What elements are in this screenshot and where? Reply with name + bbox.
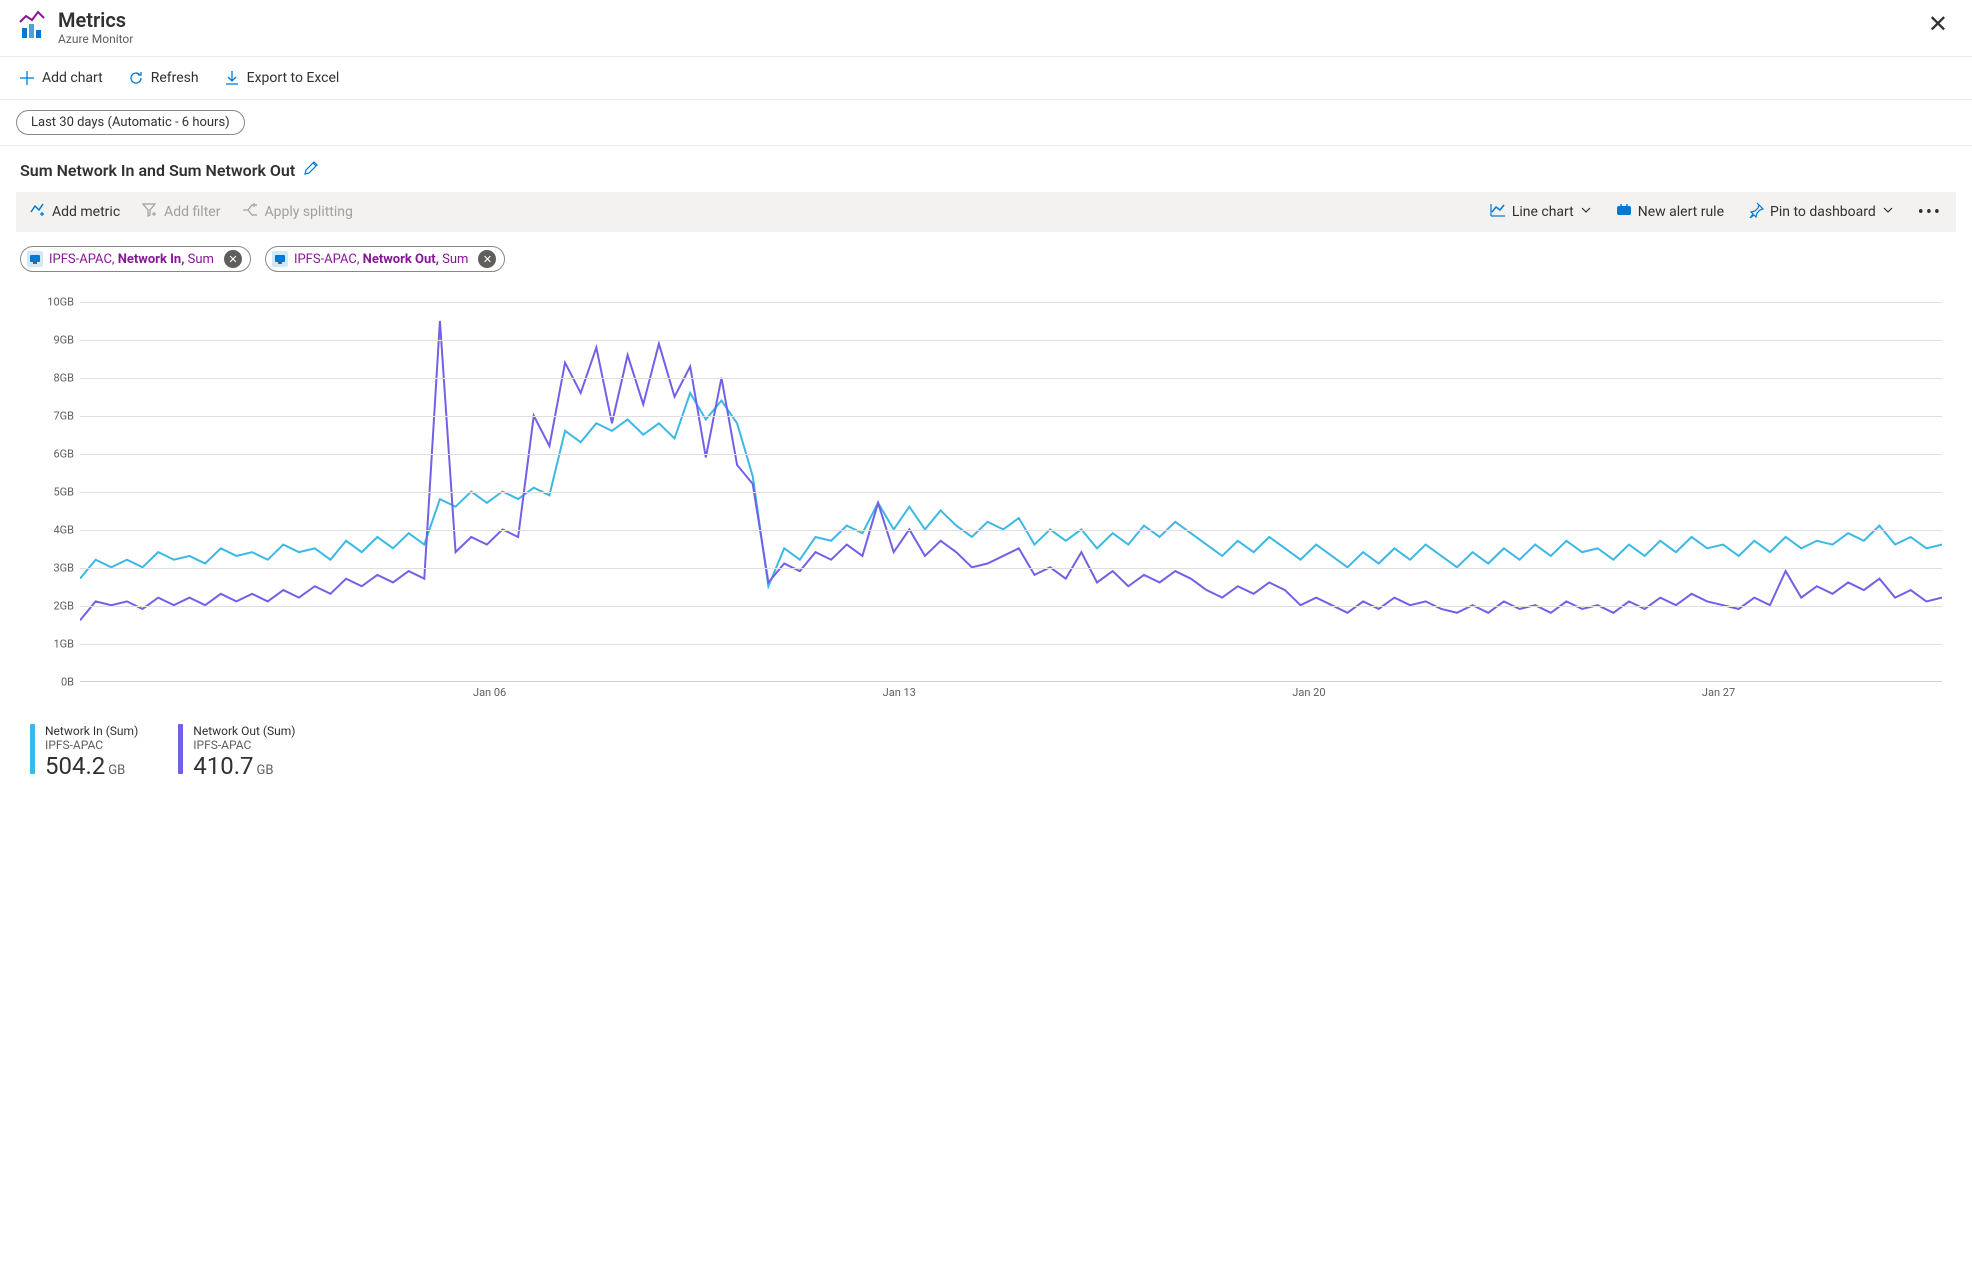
splitting-icon (242, 202, 258, 222)
pin-icon (1748, 202, 1764, 222)
legend-resource-name: IPFS-APAC (193, 738, 295, 752)
chart-title: Sum Network In and Sum Network Out (20, 161, 295, 180)
legend-value: 504.2 (45, 752, 105, 780)
grid-line (80, 530, 1942, 531)
filter-icon (142, 202, 158, 222)
download-icon (223, 69, 241, 87)
legend-unit: GB (257, 763, 274, 778)
grid-line (80, 568, 1942, 569)
metric-chip[interactable]: IPFS-APAC, Network Out, Sum ✕ (265, 246, 506, 272)
legend-item[interactable]: Network Out (Sum) IPFS-APAC 410.7 GB (178, 724, 295, 780)
y-tick-label: 6GB (53, 448, 74, 461)
legend-color-bar (178, 724, 183, 774)
add-metric-label: Add metric (52, 204, 120, 220)
grid-line (80, 378, 1942, 379)
y-tick-label: 2GB (53, 600, 74, 613)
y-tick-label: 8GB (53, 372, 74, 385)
edit-title-icon[interactable] (303, 160, 319, 180)
pin-dashboard-button[interactable]: Pin to dashboard (1744, 198, 1898, 226)
remove-chip-icon[interactable]: ✕ (478, 250, 496, 268)
remove-chip-icon[interactable]: ✕ (224, 250, 242, 268)
metric-chips-row: IPFS-APAC, Network In, Sum ✕ IPFS-APAC, … (0, 242, 1972, 282)
y-tick-label: 10GB (47, 296, 74, 309)
y-tick-label: 1GB (53, 638, 74, 651)
legend-metric-name: Network In (Sum) (45, 724, 138, 738)
apply-splitting-button[interactable]: Apply splitting (238, 198, 356, 226)
x-tick-label: Jan 06 (473, 686, 506, 699)
refresh-icon (127, 69, 145, 87)
x-tick-label: Jan 27 (1702, 686, 1735, 699)
legend-value: 410.7 (193, 752, 253, 780)
legend-item[interactable]: Network In (Sum) IPFS-APAC 504.2GB (30, 724, 138, 780)
chart-plot[interactable] (80, 302, 1942, 682)
more-options-button[interactable]: ••• (1914, 202, 1946, 223)
add-chart-button[interactable]: Add chart (16, 65, 105, 91)
add-chart-label: Add chart (42, 70, 103, 86)
grid-line (80, 492, 1942, 493)
legend-summary: Network In (Sum) IPFS-APAC 504.2GB Netwo… (0, 714, 1972, 790)
add-metric-icon (30, 202, 46, 222)
series-line (80, 393, 1942, 586)
refresh-button[interactable]: Refresh (125, 65, 201, 91)
x-tick-label: Jan 13 (883, 686, 916, 699)
grid-line (80, 340, 1942, 341)
line-chart-icon (1490, 202, 1506, 222)
series-line (80, 321, 1942, 620)
grid-line (80, 606, 1942, 607)
resource-icon (272, 251, 288, 267)
pin-label: Pin to dashboard (1770, 204, 1876, 220)
alert-icon (1616, 202, 1632, 222)
chart-toolbar: Add metric Add filter Apply splitting Li… (16, 192, 1956, 232)
export-button[interactable]: Export to Excel (221, 65, 342, 91)
x-axis: Jan 06 Jan 13 Jan 20 Jan 27 (80, 682, 1942, 704)
legend-resource-name: IPFS-APAC (45, 738, 138, 752)
export-label: Export to Excel (247, 70, 340, 86)
resource-icon (27, 251, 43, 267)
chart-type-label: Line chart (1512, 204, 1574, 220)
new-alert-button[interactable]: New alert rule (1612, 198, 1728, 226)
y-tick-label: 5GB (53, 486, 74, 499)
legend-metric-name: Network Out (Sum) (193, 724, 295, 738)
grid-line (80, 644, 1942, 645)
apply-splitting-label: Apply splitting (264, 204, 352, 220)
add-filter-label: Add filter (164, 204, 220, 220)
y-tick-label: 7GB (53, 410, 74, 423)
page-header: Metrics Azure Monitor ✕ (0, 0, 1972, 57)
y-tick-label: 0B (61, 676, 74, 689)
y-tick-label: 3GB (53, 562, 74, 575)
metrics-icon (16, 8, 48, 40)
metric-chip[interactable]: IPFS-APAC, Network In, Sum ✕ (20, 246, 251, 272)
add-filter-button[interactable]: Add filter (138, 198, 224, 226)
legend-color-bar (30, 724, 35, 774)
y-tick-label: 9GB (53, 334, 74, 347)
plus-icon (18, 69, 36, 87)
chart-area: 10GB 9GB 8GB 7GB 6GB 5GB 4GB 3GB 2GB 1GB 0B Jan 06… (0, 282, 1972, 714)
chevron-down-icon (1580, 204, 1592, 220)
refresh-label: Refresh (151, 70, 199, 86)
close-button[interactable]: ✕ (1920, 8, 1956, 40)
add-metric-button[interactable]: Add metric (26, 198, 124, 226)
grid-line (80, 454, 1942, 455)
command-bar: Add chart Refresh Export to Excel (0, 57, 1972, 100)
chart-title-row: Sum Network In and Sum Network Out (0, 146, 1972, 186)
time-range-pill[interactable]: Last 30 days (Automatic - 6 hours) (16, 110, 245, 135)
page-title: Metrics (58, 8, 133, 32)
y-axis: 10GB9GB8GB7GB6GB5GB4GB3GB2GB1GB0B (30, 302, 80, 682)
page-subtitle: Azure Monitor (58, 32, 133, 46)
y-tick-label: 4GB (53, 524, 74, 537)
time-range-row: Last 30 days (Automatic - 6 hours) (0, 100, 1972, 146)
grid-line (80, 302, 1942, 303)
chart-type-dropdown[interactable]: Line chart (1486, 198, 1596, 226)
grid-line (80, 416, 1942, 417)
x-tick-label: Jan 20 (1292, 686, 1325, 699)
new-alert-label: New alert rule (1638, 204, 1724, 220)
chevron-down-icon (1882, 204, 1894, 220)
legend-unit: GB (108, 763, 125, 778)
